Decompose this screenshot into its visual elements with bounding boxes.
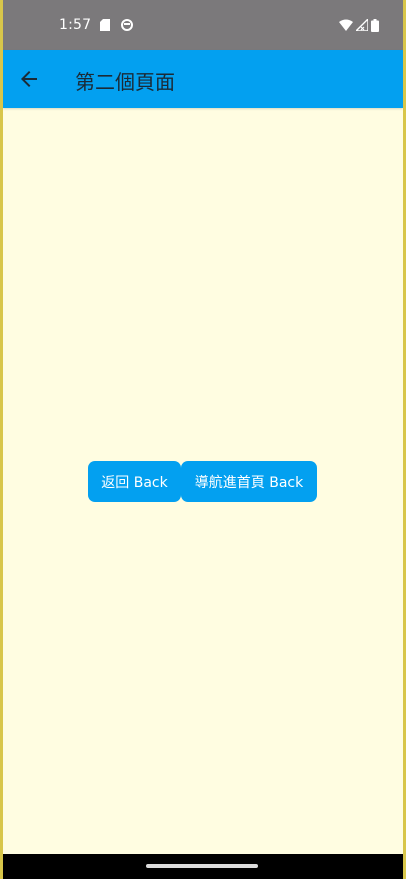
battery-icon — [371, 18, 379, 32]
wifi-icon — [339, 19, 353, 31]
sd-card-icon — [100, 19, 110, 31]
arrow-left-icon[interactable] — [17, 67, 41, 91]
navigation-bar — [3, 854, 403, 879]
signal-icon — [356, 19, 368, 31]
page-title: 第二個頁面 — [75, 70, 175, 94]
app-bar: 第二個頁面 — [3, 50, 403, 108]
page-content: 返回 Back 導航進首頁 Back — [3, 108, 403, 854]
status-time: 1:57 — [59, 17, 92, 33]
navigate-home-button[interactable]: 導航進首頁 Back — [181, 461, 317, 502]
button-row: 返回 Back 導航進首頁 Back — [88, 461, 317, 502]
sync-icon — [121, 19, 133, 31]
status-bar: 1:57 — [3, 0, 403, 50]
phone-screen: 1:57 第二個頁面 返回 Back 導航進首頁 Back — [3, 0, 403, 879]
back-button[interactable]: 返回 Back — [88, 461, 181, 502]
status-icons — [339, 18, 379, 32]
gesture-handle[interactable] — [146, 864, 258, 868]
